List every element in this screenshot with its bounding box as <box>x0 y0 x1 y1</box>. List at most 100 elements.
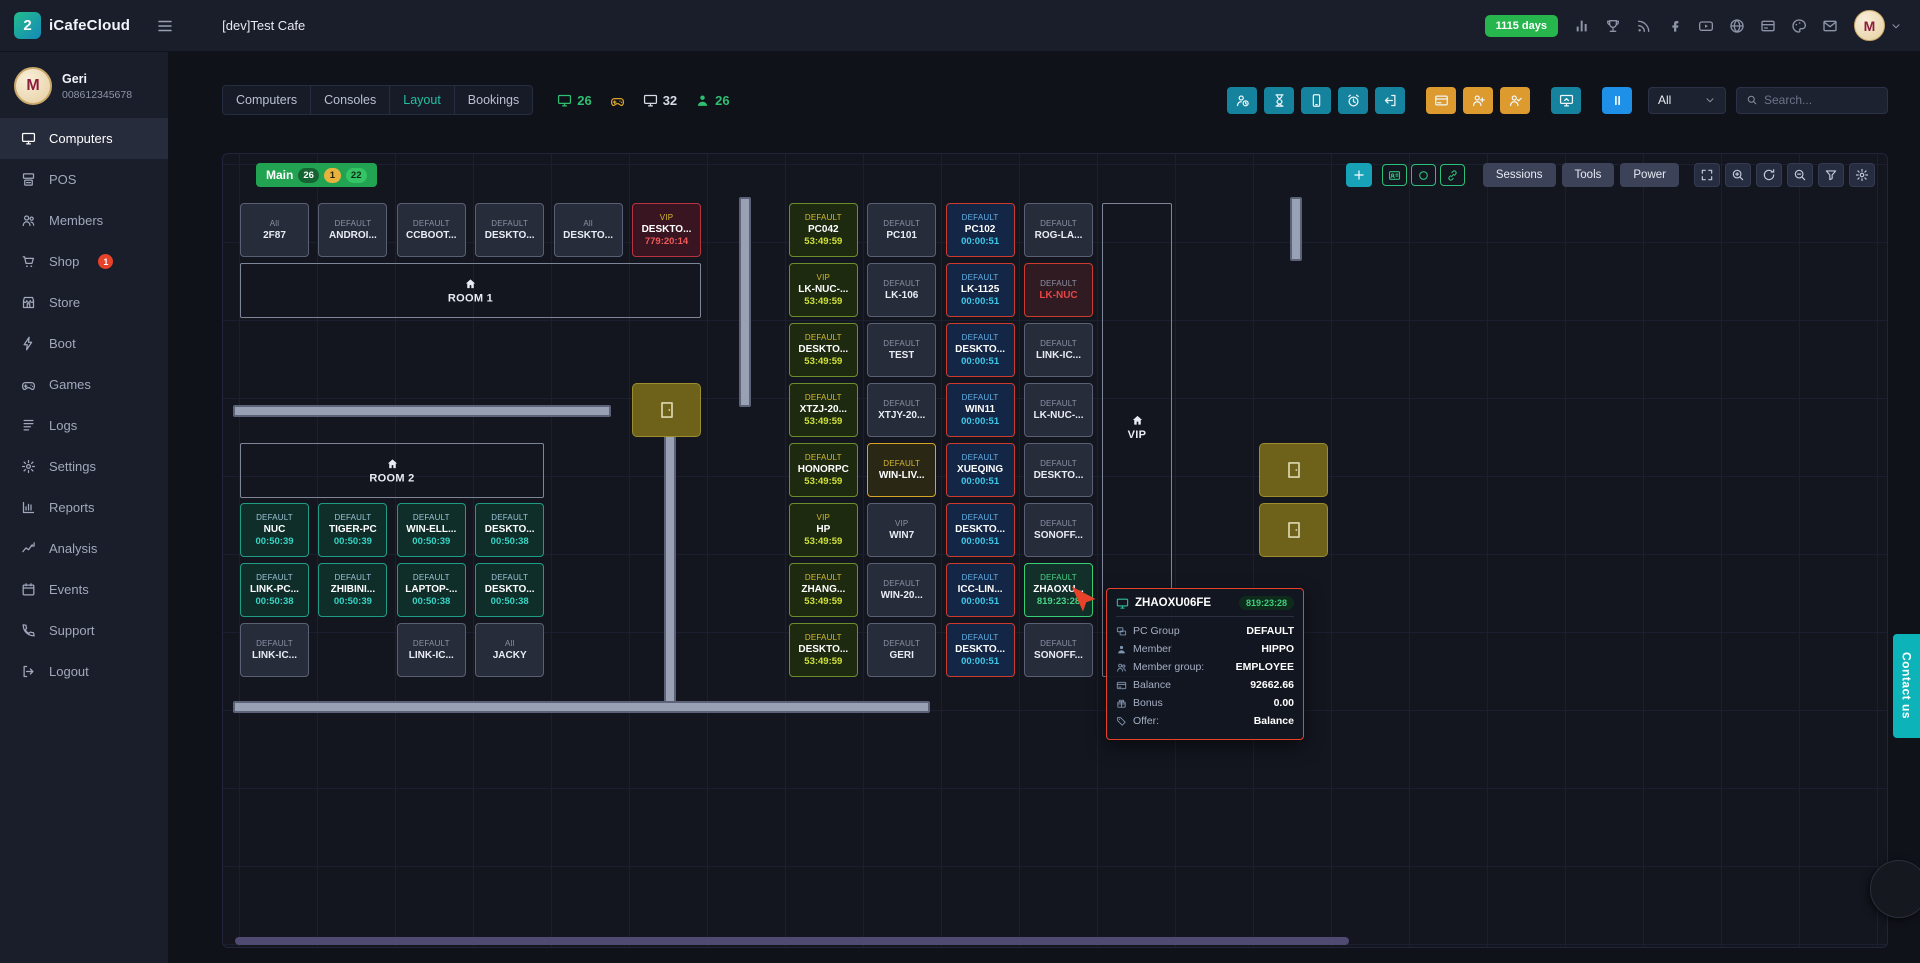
action-mobile-button[interactable] <box>1301 87 1331 114</box>
pc-card-zhang[interactable]: DEFAULTZHANG...53:49:59 <box>789 563 858 617</box>
power-button[interactable]: Power <box>1620 163 1679 187</box>
door[interactable] <box>1259 503 1328 557</box>
sidebar-item-store[interactable]: Store <box>0 282 168 323</box>
action-userplus-button[interactable] <box>1463 87 1493 114</box>
sessions-button[interactable]: Sessions <box>1483 163 1556 187</box>
pc-card-lk-106[interactable]: DEFAULTLK-106 <box>867 263 936 317</box>
sidebar-item-shop[interactable]: Shop1 <box>0 241 168 282</box>
pc-card-rog-la[interactable]: DEFAULTROG-LA... <box>1024 203 1093 257</box>
door[interactable] <box>1259 443 1328 497</box>
facebook-icon[interactable] <box>1667 18 1683 34</box>
map-toggle-circle-button[interactable] <box>1411 164 1436 186</box>
sidebar-item-events[interactable]: Events <box>0 569 168 610</box>
globe-icon[interactable] <box>1729 18 1745 34</box>
group-filter-select[interactable]: All <box>1648 87 1726 114</box>
pc-card-deskto[interactable]: DEFAULTDESKTO... <box>475 203 544 257</box>
action-alarm-button[interactable] <box>1338 87 1368 114</box>
rss-icon[interactable] <box>1636 18 1652 34</box>
pc-card-deskto[interactable]: DEFAULTDESKTO...00:00:51 <box>946 503 1015 557</box>
pc-card-deskto[interactable]: DEFAULTDESKTO...00:50:38 <box>475 563 544 617</box>
pc-card-win-liv[interactable]: DEFAULTWIN-LIV... <box>867 443 936 497</box>
action-signout-button[interactable] <box>1375 87 1405 114</box>
pc-card-win-20[interactable]: DEFAULTWIN-20... <box>867 563 936 617</box>
map-zoomin-button[interactable] <box>1725 163 1751 187</box>
pc-card-hp[interactable]: VIPHP53:49:59 <box>789 503 858 557</box>
youtube-icon[interactable] <box>1698 18 1714 34</box>
trophy-icon[interactable] <box>1605 18 1621 34</box>
tab-layout[interactable]: Layout <box>390 85 455 115</box>
mail-icon[interactable] <box>1822 18 1838 34</box>
pc-card-pc042[interactable]: DEFAULTPC04253:49:59 <box>789 203 858 257</box>
pc-card-link-ic[interactable]: DEFAULTLINK-IC... <box>240 623 309 677</box>
sidebar-item-support[interactable]: Support <box>0 610 168 651</box>
pc-card-2f87[interactable]: All2F87 <box>240 203 309 257</box>
sidebar-item-games[interactable]: Games <box>0 364 168 405</box>
hamburger-menu-icon[interactable] <box>156 17 174 35</box>
pc-card-deskto[interactable]: DEFAULTDESKTO... <box>1024 443 1093 497</box>
sidebar-item-logs[interactable]: Logs <box>0 405 168 446</box>
pc-card-xueqing[interactable]: DEFAULTXUEQING00:00:51 <box>946 443 1015 497</box>
sidebar-item-pos[interactable]: POS <box>0 159 168 200</box>
sidebar-item-logout[interactable]: Logout <box>0 651 168 692</box>
action-hourglass-button[interactable] <box>1264 87 1294 114</box>
action-userclock-button[interactable] <box>1227 87 1257 114</box>
pc-card-lk-1125[interactable]: DEFAULTLK-112500:00:51 <box>946 263 1015 317</box>
pc-card-jacky[interactable]: AllJACKY <box>475 623 544 677</box>
pc-card-deskto[interactable]: DEFAULTDESKTO...53:49:59 <box>789 623 858 677</box>
pc-card-deskto[interactable]: DEFAULTDESKTO...00:00:51 <box>946 323 1015 377</box>
pc-card-test[interactable]: DEFAULTTEST <box>867 323 936 377</box>
pc-card-honorpc[interactable]: DEFAULTHONORPC53:49:59 <box>789 443 858 497</box>
pc-card-zhibini[interactable]: DEFAULTZHIBINI...00:50:39 <box>318 563 387 617</box>
pc-card-deskto[interactable]: AllDESKTO... <box>554 203 623 257</box>
map-expand-button[interactable] <box>1694 163 1720 187</box>
door[interactable] <box>632 383 701 437</box>
app-logo[interactable]: 2 iCafeCloud <box>14 12 130 39</box>
pc-card-xtzj-20[interactable]: DEFAULTXTZJ-20...53:49:59 <box>789 383 858 437</box>
sidebar-item-settings[interactable]: Settings <box>0 446 168 487</box>
pc-card-icc-lin[interactable]: DEFAULTICC-LIN...00:00:51 <box>946 563 1015 617</box>
pc-card-laptop[interactable]: DEFAULTLAPTOP-...00:50:38 <box>397 563 466 617</box>
pc-card-deskto[interactable]: DEFAULTDESKTO...00:00:51 <box>946 623 1015 677</box>
pc-card-androi[interactable]: DEFAULTANDROI... <box>318 203 387 257</box>
sidebar-item-computers[interactable]: Computers <box>0 118 168 159</box>
chat-widget-button[interactable] <box>1870 860 1920 918</box>
passbook-icon[interactable] <box>1760 18 1776 34</box>
pc-card-deskto[interactable]: VIPDESKTO...779:20:14 <box>632 203 701 257</box>
pc-card-pc101[interactable]: DEFAULTPC101 <box>867 203 936 257</box>
theme-icon[interactable] <box>1791 18 1807 34</box>
pc-card-deskto[interactable]: DEFAULTDESKTO...53:49:59 <box>789 323 858 377</box>
pc-card-lk-nuc[interactable]: VIPLK-NUC-...53:49:59 <box>789 263 858 317</box>
pc-card-pc102[interactable]: DEFAULTPC10200:00:51 <box>946 203 1015 257</box>
tab-consoles[interactable]: Consoles <box>311 85 390 115</box>
pc-card-nuc[interactable]: DEFAULTNUC00:50:39 <box>240 503 309 557</box>
sidebar-item-boot[interactable]: Boot <box>0 323 168 364</box>
action-pause-button[interactable] <box>1602 87 1632 114</box>
action-screenshare-button[interactable] <box>1551 87 1581 114</box>
zone-main-button[interactable]: Main 26122 <box>256 163 377 187</box>
pc-card-link-ic[interactable]: DEFAULTLINK-IC... <box>1024 323 1093 377</box>
pc-card-win-ell[interactable]: DEFAULTWIN-ELL...00:50:39 <box>397 503 466 557</box>
sidebar-item-members[interactable]: Members <box>0 200 168 241</box>
tools-button[interactable]: Tools <box>1562 163 1615 187</box>
pc-card-lk-nuc[interactable]: DEFAULTLK-NUC <box>1024 263 1093 317</box>
map-toggle-link-button[interactable] <box>1440 164 1465 186</box>
pc-card-geri[interactable]: DEFAULTGERI <box>867 623 936 677</box>
map-toggle-idcard-button[interactable] <box>1382 164 1407 186</box>
map-zoomout-button[interactable] <box>1787 163 1813 187</box>
add-button[interactable] <box>1346 163 1372 187</box>
pc-card-ccboot[interactable]: DEFAULTCCBOOT... <box>397 203 466 257</box>
map-refresh-button[interactable] <box>1756 163 1782 187</box>
user-menu[interactable]: M <box>1854 10 1902 41</box>
pc-card-link-pc[interactable]: DEFAULTLINK-PC...00:50:38 <box>240 563 309 617</box>
pc-card-xtjy-20[interactable]: DEFAULTXTJY-20... <box>867 383 936 437</box>
sidebar-item-analysis[interactable]: Analysis <box>0 528 168 569</box>
contact-us-button[interactable]: Contact us <box>1893 634 1920 738</box>
pc-card-sonoff[interactable]: DEFAULTSONOFF... <box>1024 503 1093 557</box>
map-filter-button[interactable] <box>1818 163 1844 187</box>
horizontal-scrollbar[interactable] <box>235 937 1349 945</box>
tab-computers[interactable]: Computers <box>222 85 311 115</box>
pc-card-win7[interactable]: VIPWIN7 <box>867 503 936 557</box>
action-bankcard-button[interactable] <box>1426 87 1456 114</box>
sidebar-item-reports[interactable]: Reports <box>0 487 168 528</box>
pc-card-lk-nuc[interactable]: DEFAULTLK-NUC-... <box>1024 383 1093 437</box>
